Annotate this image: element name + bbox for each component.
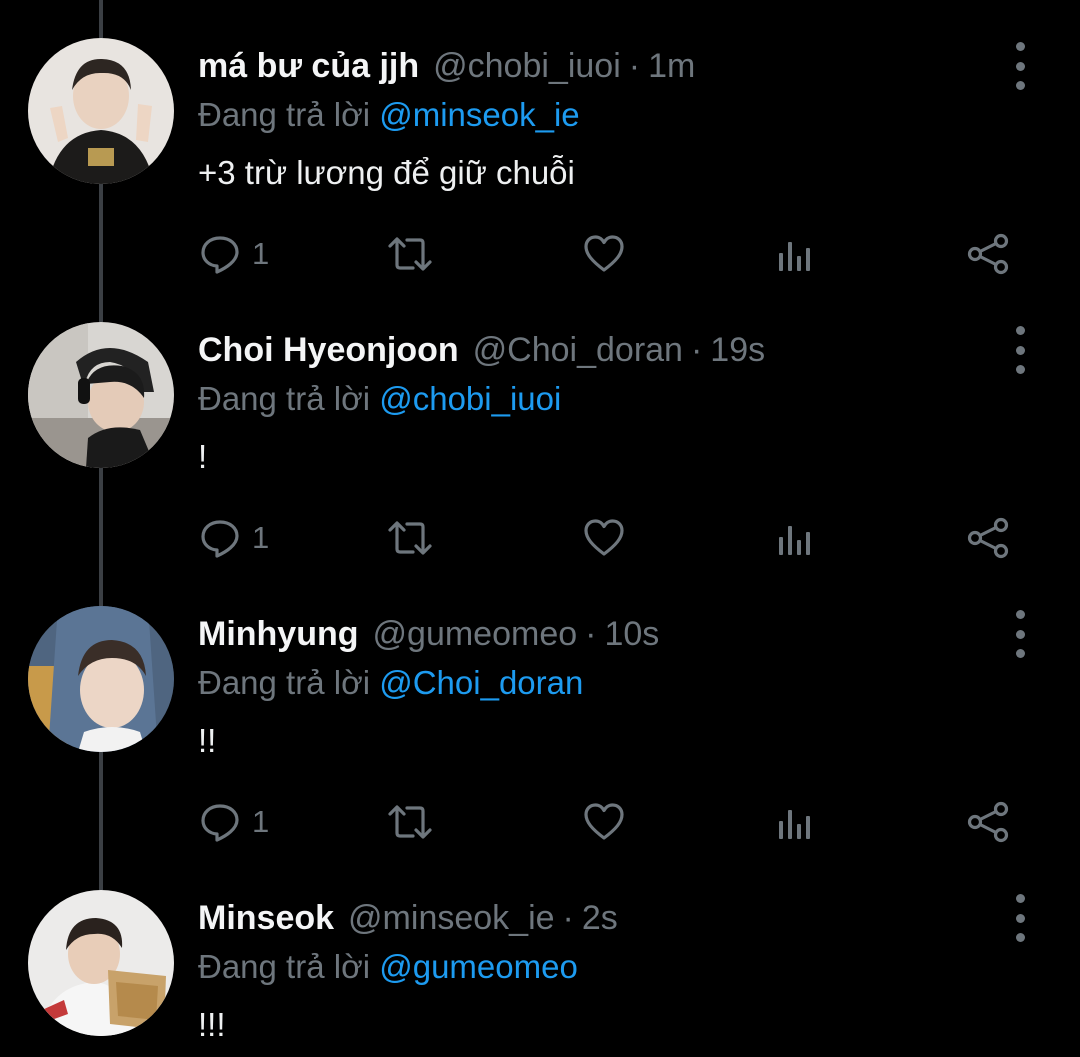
- share-icon: [966, 800, 1012, 844]
- tweet-actions: 1: [198, 508, 1028, 568]
- avatar[interactable]: [28, 322, 174, 468]
- bar-chart-icon: [776, 516, 816, 560]
- share-button[interactable]: [966, 792, 1012, 852]
- thread-line-top: [99, 0, 103, 38]
- user-handle[interactable]: @gumeomeo: [373, 615, 578, 654]
- reply-mention[interactable]: @chobi_iuoi: [379, 380, 561, 417]
- more-vertical-icon[interactable]: [1004, 326, 1036, 374]
- retweet-icon: [386, 232, 434, 276]
- more-vertical-icon[interactable]: [1004, 42, 1036, 90]
- reply-icon: [198, 232, 242, 276]
- heart-icon: [582, 516, 626, 560]
- tweet-header: Choi Hyeonjoon @Choi_doran · 19s: [198, 322, 765, 378]
- retweet-icon: [386, 516, 434, 560]
- heart-icon: [582, 800, 626, 844]
- replying-to: Đang trả lời @gumeomeo: [198, 948, 578, 986]
- share-button[interactable]: [966, 224, 1012, 284]
- separator-dot: ·: [562, 898, 574, 937]
- avatar[interactable]: [28, 890, 174, 1036]
- like-button[interactable]: [582, 508, 626, 568]
- tweet-text: !: [198, 438, 208, 475]
- retweet-button[interactable]: [386, 508, 434, 568]
- user-handle[interactable]: @Choi_doran: [473, 331, 683, 370]
- display-name[interactable]: Choi Hyeonjoon: [198, 331, 459, 370]
- views-button[interactable]: [776, 792, 816, 852]
- thread-line-1: [99, 184, 103, 322]
- reply-count: 1: [252, 236, 270, 271]
- display-name[interactable]: Minseok: [198, 899, 334, 938]
- share-button[interactable]: [966, 508, 1012, 568]
- replying-to: Đang trả lời @Choi_doran: [198, 664, 583, 702]
- timestamp[interactable]: 2s: [582, 899, 618, 938]
- tweet-header: Minhyung @gumeomeo · 10s: [198, 606, 659, 662]
- views-button[interactable]: [776, 508, 816, 568]
- reply-mention[interactable]: @Choi_doran: [379, 664, 583, 701]
- avatar[interactable]: [28, 606, 174, 752]
- display-name[interactable]: má bư của jjh: [198, 47, 419, 86]
- reply-count: 1: [252, 804, 270, 839]
- tweet-actions: 1: [198, 792, 1028, 852]
- replying-to: Đang trả lời @minseok_ie: [198, 96, 580, 134]
- replying-to-label: Đang trả lời: [198, 96, 371, 133]
- separator-dot: ·: [690, 330, 703, 369]
- retweet-icon: [386, 800, 434, 844]
- reply-button[interactable]: 1: [198, 224, 269, 284]
- user-handle[interactable]: @minseok_ie: [348, 899, 555, 938]
- user-handle[interactable]: @chobi_iuoi: [433, 47, 621, 86]
- like-button[interactable]: [582, 792, 626, 852]
- tweet-actions: 1: [198, 224, 1028, 284]
- replying-to-label: Đang trả lời: [198, 380, 371, 417]
- retweet-button[interactable]: [386, 224, 434, 284]
- more-vertical-icon[interactable]: [1004, 894, 1036, 942]
- reply-button[interactable]: 1: [198, 792, 269, 852]
- tweet-text: +3 trừ lương để giữ chuỗi: [198, 154, 575, 191]
- retweet-button[interactable]: [386, 792, 434, 852]
- separator-dot: ·: [585, 614, 597, 653]
- reply-mention[interactable]: @gumeomeo: [379, 948, 578, 985]
- share-icon: [966, 516, 1012, 560]
- tweet-text: !!!: [198, 1006, 226, 1043]
- replying-to-label: Đang trả lời: [198, 948, 371, 985]
- reply-button[interactable]: 1: [198, 508, 269, 568]
- bar-chart-icon: [776, 232, 816, 276]
- like-button[interactable]: [582, 224, 626, 284]
- tweet-header: má bư của jjh @chobi_iuoi · 1m: [198, 38, 695, 94]
- separator-dot: ·: [628, 46, 641, 85]
- tweet-header: Minseok @minseok_ie · 2s: [198, 890, 618, 946]
- timestamp[interactable]: 1m: [648, 47, 695, 86]
- replying-to-label: Đang trả lời: [198, 664, 371, 701]
- views-button[interactable]: [776, 224, 816, 284]
- reply-mention[interactable]: @minseok_ie: [379, 96, 579, 133]
- avatar[interactable]: [28, 38, 174, 184]
- timestamp[interactable]: 10s: [604, 615, 659, 654]
- thread-line-3: [99, 752, 103, 890]
- timestamp[interactable]: 19s: [710, 331, 765, 370]
- tweet-text: !!: [198, 722, 217, 759]
- replying-to: Đang trả lời @chobi_iuoi: [198, 380, 561, 418]
- reply-icon: [198, 516, 242, 560]
- display-name[interactable]: Minhyung: [198, 615, 359, 654]
- thread-line-2: [99, 468, 103, 606]
- heart-icon: [582, 232, 626, 276]
- reply-icon: [198, 800, 242, 844]
- reply-count: 1: [252, 520, 270, 555]
- more-vertical-icon[interactable]: [1004, 610, 1036, 658]
- bar-chart-icon: [776, 800, 816, 844]
- share-icon: [966, 232, 1012, 276]
